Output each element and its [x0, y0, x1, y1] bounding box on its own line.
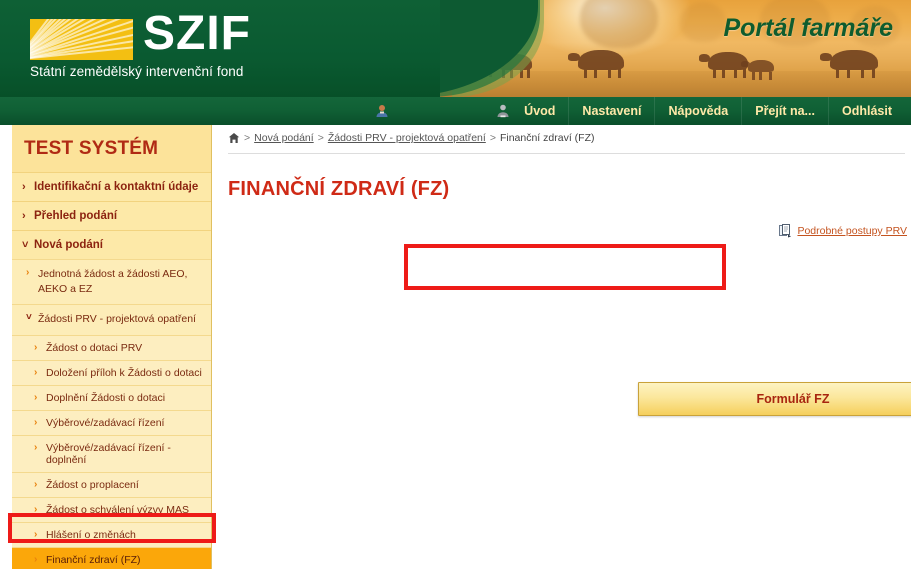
chevron-right-icon: ›	[22, 210, 26, 222]
sidebar-item-label: Přehled podání	[34, 210, 118, 222]
nav-item-prejit-na[interactable]: Přejít na...	[741, 97, 828, 125]
sidebar-item-label: Výběrové/zadávací řízení - doplnění	[46, 441, 171, 466]
sidebar-item-label: Žádost o dotaci PRV	[46, 341, 143, 354]
user-account-icon[interactable]	[495, 103, 511, 119]
portal-title: Portál farmáře	[723, 14, 893, 42]
document-pages-icon	[779, 224, 792, 238]
nav-item-uvod[interactable]: Úvod	[511, 97, 568, 125]
sidebar-item-label: Jednotná žádost a žádosti AEO, AEKO a EZ	[38, 268, 188, 296]
chevron-down-icon: ˅	[26, 312, 32, 324]
sidebar-item-label: Doplnění Žádosti o dotaci	[46, 391, 166, 404]
home-icon[interactable]	[228, 132, 240, 144]
sidebar-item-zadost-o-proplaceni[interactable]: › Žádost o proplacení	[12, 471, 211, 497]
breadcrumb: > Nová podání > Žádosti PRV - projektová…	[228, 132, 905, 154]
breadcrumb-separator-3: >	[489, 132, 496, 144]
page-title: FINANČNÍ ZDRAVÍ (FZ)	[228, 178, 450, 200]
chevron-down-icon: ˅	[22, 239, 29, 251]
chevron-right-icon: ›	[34, 366, 38, 378]
breadcrumb-item-current: Finanční zdraví (FZ)	[499, 132, 595, 144]
page-root: SZIF Státní zemědělský intervenční fond …	[0, 0, 911, 569]
breadcrumb-item-zadosti-prv[interactable]: Žádosti PRV - projektová opatření	[328, 132, 486, 144]
sidebar: TEST SYSTÉM › Identifikační a kontaktní ú…	[12, 125, 212, 569]
sidebar-item-vyberove-zadavaci-rizeni-doplneni[interactable]: › Výběrové/zadávací řízení - doplnění	[12, 434, 211, 472]
chevron-right-icon: ›	[34, 528, 38, 540]
detailed-procedures-link[interactable]: Podrobné postupy PRV	[797, 225, 907, 237]
szif-logo-subtitle: Státní zemědělský intervenční fond	[30, 64, 244, 79]
sidebar-item-hlaseni-o-zmenach[interactable]: › Hlášení o změnách	[12, 521, 211, 547]
nav-item-nastaveni[interactable]: Nastavení	[568, 97, 654, 125]
chevron-right-icon: ›	[34, 553, 38, 565]
sidebar-item-label: Žádost o proplacení	[46, 478, 139, 491]
sidebar-item-financni-zdravi-fz[interactable]: › Finanční zdraví (FZ)	[12, 546, 211, 569]
detailed-procedures-link-group: Podrobné postupy PRV	[779, 224, 907, 238]
sidebar-item-label: Doložení příloh k Žádosti o dotaci	[46, 366, 202, 379]
main-navbar: Úvod Nastavení Nápověda Přejít na... Odh…	[0, 97, 911, 125]
chevron-right-icon: ›	[34, 441, 38, 453]
site-header: SZIF Státní zemědělský intervenční fond …	[0, 0, 911, 97]
sidebar-item-zadost-o-schvaleni-vyzvy-mas[interactable]: › Žádost o schválení výzvy MAS	[12, 496, 211, 522]
chevron-right-icon: ›	[34, 416, 38, 428]
navbar-menu: Úvod Nastavení Nápověda Přejít na... Odh…	[511, 97, 905, 125]
nav-item-odhlasit[interactable]: Odhlásit	[827, 97, 905, 125]
chevron-right-icon: ›	[26, 267, 30, 278]
sidebar-item-label: Nová podání	[34, 239, 104, 251]
chevron-right-icon: ›	[22, 181, 26, 193]
annotation-box-formular-fz	[404, 244, 726, 290]
sidebar-item-label: Žádost o schválení výzvy MAS	[46, 503, 189, 516]
sidebar-title: TEST SYSTÉM	[12, 125, 211, 172]
sidebar-item-nova-podani[interactable]: ˅ Nová podání	[12, 230, 211, 259]
sidebar-item-label: Žádosti PRV - projektová opatření	[38, 313, 196, 326]
sidebar-item-jednotna-zadost-a-zadosti-aeo-aeko-a[interactable]: › Jednotná žádost a žádosti AEO, AEKO a E…	[12, 259, 211, 305]
nav-item-napoveda[interactable]: Nápověda	[654, 97, 741, 125]
user-profile-icon[interactable]	[374, 103, 390, 119]
sidebar-item-label: Výběrové/zadávací řízení	[46, 416, 165, 429]
sidebar-item-dolozeni-priloh-k-zadosti-o-dotaci[interactable]: › Doložení příloh k Žádosti o dotaci	[12, 359, 211, 385]
chevron-right-icon: ›	[34, 478, 38, 490]
chevron-right-icon: ›	[34, 341, 38, 353]
sidebar-item-vyberove-zadavaci-rizeni[interactable]: › Výběrové/zadávací řízení	[12, 409, 211, 435]
sidebar-item-doplneni-zadosti-o-dotaci[interactable]: › Doplnění Žádosti o dotaci	[12, 384, 211, 410]
breadcrumb-separator-2: >	[317, 132, 324, 144]
sidebar-item-label: Finanční zdraví (FZ)	[46, 553, 141, 566]
sidebar-nav-list: › Identifikační a kontaktní údaje › Přehled…	[12, 172, 211, 569]
sidebar-item-zadost-o-dotaci-prv[interactable]: › Žádost o dotaci PRV	[12, 334, 211, 360]
formular-fz-button[interactable]: Formulář FZ	[638, 382, 911, 416]
szif-field-logo-icon	[30, 19, 133, 60]
chevron-right-icon: ›	[34, 391, 38, 403]
chevron-right-icon: ›	[34, 503, 38, 515]
sidebar-item-label: Hlášení o změnách	[46, 528, 136, 541]
sidebar-item-label: Identifikační a kontaktní údaje	[34, 181, 199, 193]
sidebar-item-zadosti-prv-projektova-opatreni[interactable]: ˅ Žádosti PRV - projektová opatření	[12, 304, 211, 335]
breadcrumb-item-nova-podani[interactable]: Nová podání	[254, 132, 314, 144]
breadcrumb-separator: >	[244, 132, 251, 144]
szif-logo-text: SZIF	[143, 7, 251, 60]
main-content: > Nová podání > Žádosti PRV - projektová…	[228, 132, 911, 416]
sidebar-item-prehled-podani[interactable]: › Přehled podání	[12, 201, 211, 230]
sidebar-item-identifikacni-a-kontaktni-udaje[interactable]: › Identifikační a kontaktní údaje	[12, 172, 211, 201]
